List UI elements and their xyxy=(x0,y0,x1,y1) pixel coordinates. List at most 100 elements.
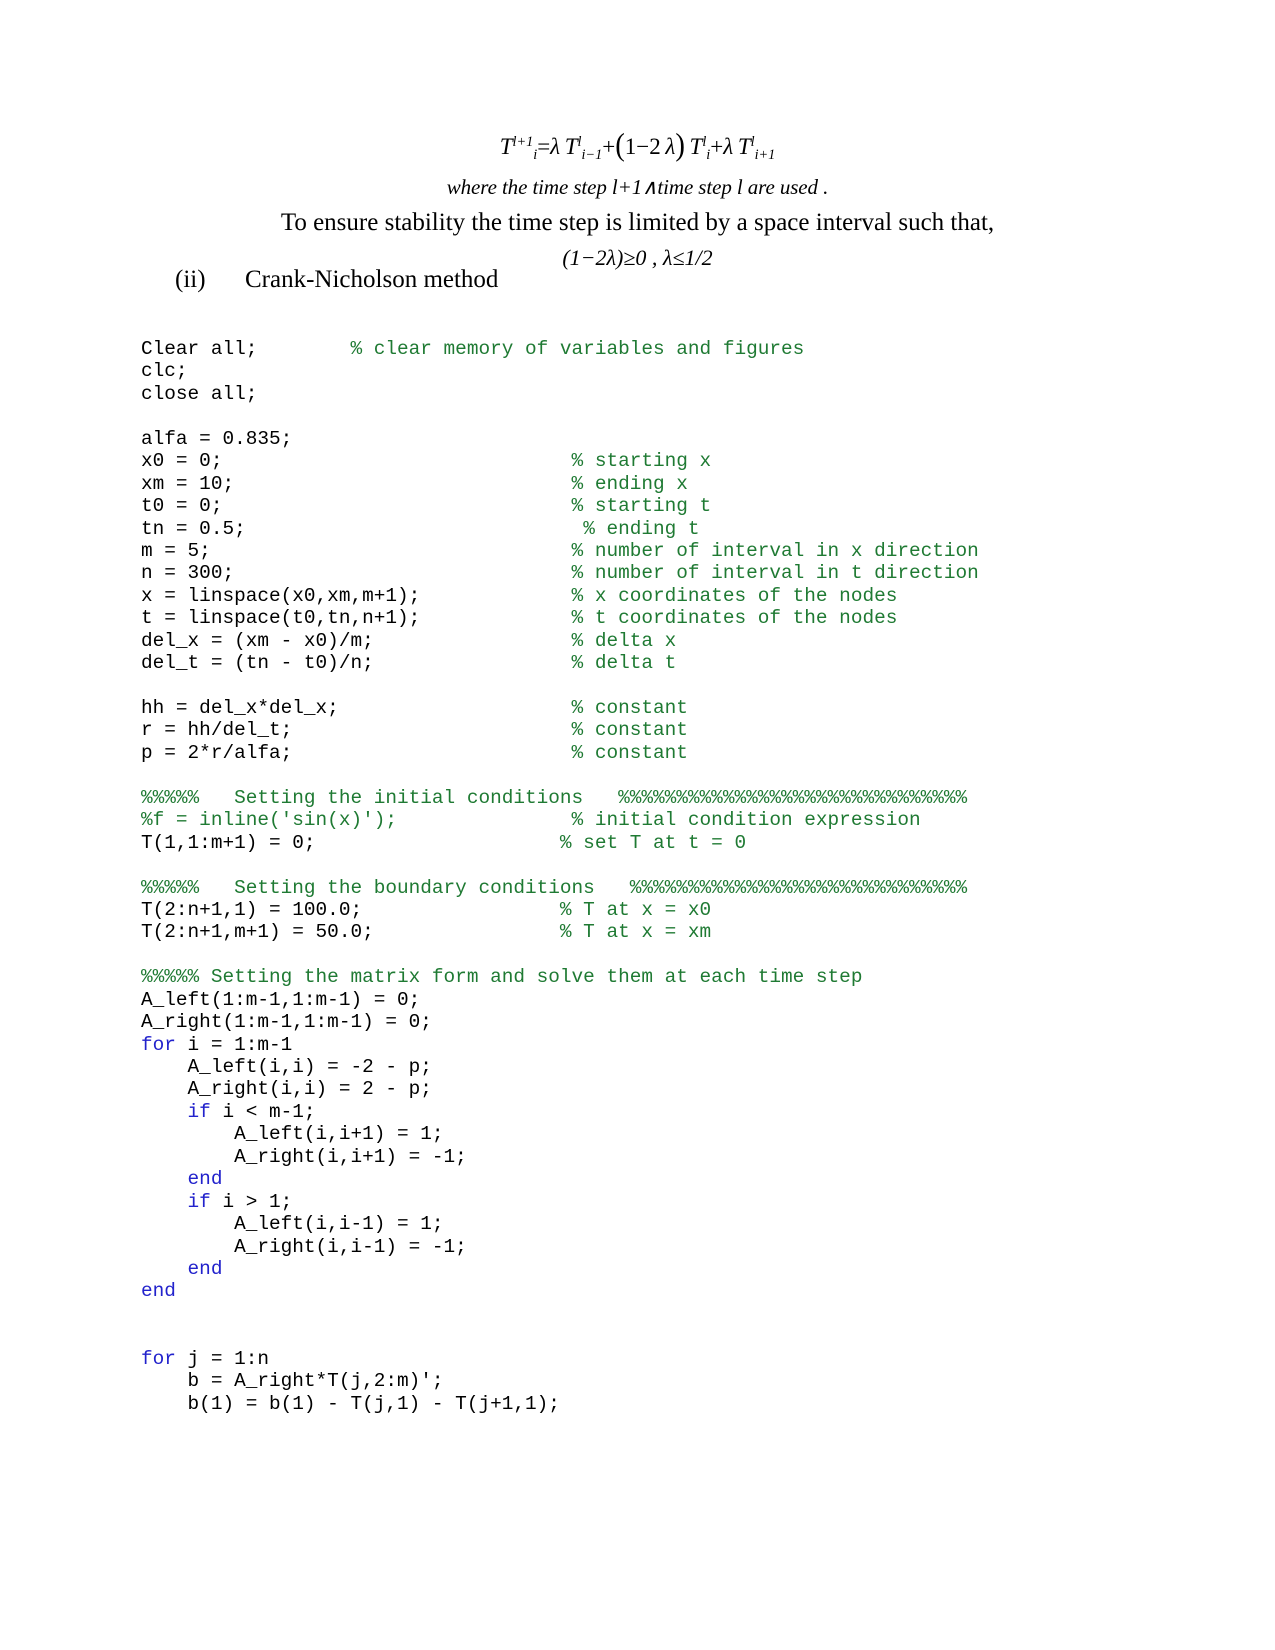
code-comment: % T at x = xm xyxy=(559,921,712,944)
code-comment: % constant xyxy=(571,697,688,719)
code-comment: % set T at t = 0 xyxy=(559,831,747,854)
code-line: t = linspace(t0,tn,n+1); % t coordinates… xyxy=(141,607,1141,629)
code-text: clc; xyxy=(141,360,188,383)
code-line: Clear all; % clear memory of variables a… xyxy=(141,338,1141,360)
code-line: b = A_right*T(j,2:m)'; xyxy=(141,1370,1141,1392)
code-line: T(2:n+1,m+1) = 50.0; % T at x = xm xyxy=(141,921,1141,943)
code-line: end xyxy=(141,1258,1141,1280)
section-heading: (ii) Crank-Nicholson method xyxy=(175,266,498,294)
code-comment: % x coordinates of the nodes xyxy=(571,584,898,607)
code-text: b(1) = b(1) - T(j,1) - T(j+1,1); xyxy=(141,1392,560,1415)
code-text: t = linspace(t0,tn,n+1); xyxy=(141,607,572,630)
code-line: p = 2*r/alfa; % constant xyxy=(141,742,1141,764)
code-text: A_right(i,i+1) = -1; xyxy=(141,1145,467,1168)
code-line: b(1) = b(1) - T(j,1) - T(j+1,1); xyxy=(141,1393,1141,1415)
code-comment: % ending x xyxy=(571,472,688,495)
code-line: end xyxy=(141,1168,1141,1190)
code-text: del_t = (tn - t0)/n; xyxy=(141,652,572,675)
code-comment: %%%%% Setting the boundary conditions %%… xyxy=(141,876,968,899)
code-comment: %f = inline('sin(x)'); % initial conditi… xyxy=(141,809,921,832)
code-line: A_right(i,i-1) = -1; xyxy=(141,1236,1141,1258)
code-line: t0 = 0; % starting t xyxy=(141,495,1141,517)
code-line: %%%%% Setting the boundary conditions %%… xyxy=(141,877,1141,899)
code-line: A_right(i,i) = 2 - p; xyxy=(141,1078,1141,1100)
code-keyword: end xyxy=(187,1168,223,1191)
code-line: del_t = (tn - t0)/n; % delta t xyxy=(141,652,1141,674)
code-keyword: for xyxy=(141,1347,176,1370)
code-line: clc; xyxy=(141,360,1141,382)
code-comment: % number of interval in x direction xyxy=(571,539,979,562)
code-line: x0 = 0; % starting x xyxy=(141,450,1141,472)
code-line: T(2:n+1,1) = 100.0; % T at x = x0 xyxy=(141,899,1141,921)
code-text: t0 = 0; xyxy=(141,495,572,518)
code-line: if i < m-1; xyxy=(141,1101,1141,1123)
document-page: Tl+1i=λ Tli−1+(1−2 λ) Tli+λ Tli+1 where … xyxy=(0,0,1275,1650)
code-comment: % delta t xyxy=(571,652,677,675)
code-line: hh = del_x*del_x; % constant xyxy=(141,697,1141,719)
code-listing: Clear all; % clear memory of variables a… xyxy=(141,338,1141,1415)
code-text: T(1,1:m+1) = 0; xyxy=(141,831,560,854)
where-clause: where the time step l+1∧time step l are … xyxy=(446,174,829,199)
code-text: r = hh/del_t; xyxy=(141,719,572,742)
code-keyword: if xyxy=(187,1190,211,1213)
code-line: A_left(i,i) = -2 - p; xyxy=(141,1056,1141,1078)
code-line: A_right(i,i+1) = -1; xyxy=(141,1146,1141,1168)
code-text: n = 300; xyxy=(141,562,572,585)
code-comment: % ending t xyxy=(583,517,700,540)
code-text: i = 1:m-1 xyxy=(175,1033,293,1056)
code-line: alfa = 0.835; xyxy=(141,428,1141,450)
code-comment: % number of interval in t direction xyxy=(571,562,979,585)
code-text: del_x = (xm - x0)/m; xyxy=(141,629,572,652)
code-text: close all; xyxy=(141,382,258,405)
code-comment: % T at x = x0 xyxy=(559,898,712,921)
code-line: %f = inline('sin(x)'); % initial conditi… xyxy=(141,809,1141,831)
code-line: for i = 1:m-1 xyxy=(141,1034,1141,1056)
code-comment: % constant xyxy=(571,719,688,742)
code-text: A_left(i,i+1) = 1; xyxy=(141,1123,444,1146)
code-text: A_right(i,i) = 2 - p; xyxy=(141,1078,432,1101)
code-text: p = 2*r/alfa; xyxy=(141,741,572,764)
code-line: r = hh/del_t; % constant xyxy=(141,719,1141,741)
code-text: tn = 0.5; xyxy=(141,517,584,540)
code-text: A_right(1:m-1,1:m-1) = 0; xyxy=(141,1011,432,1034)
code-text: alfa = 0.835; xyxy=(141,427,293,450)
code-line: A_left(i,i-1) = 1; xyxy=(141,1213,1141,1235)
code-text: x0 = 0; xyxy=(141,450,572,473)
heading-marker: (ii) xyxy=(175,266,206,293)
code-line: close all; xyxy=(141,383,1141,405)
code-comment: % constant xyxy=(571,741,688,764)
code-text: j = 1:n xyxy=(175,1347,270,1370)
code-keyword: if xyxy=(187,1100,211,1123)
code-text: A_right(i,i-1) = -1; xyxy=(141,1235,467,1258)
code-comment: % t coordinates of the nodes xyxy=(571,607,898,630)
code-text: i > 1; xyxy=(210,1190,293,1213)
code-line: n = 300; % number of interval in t direc… xyxy=(141,562,1141,584)
code-line: x = linspace(x0,xm,m+1); % x coordinates… xyxy=(141,585,1141,607)
code-keyword: end xyxy=(141,1280,176,1303)
code-text: A_left(i,i) = -2 - p; xyxy=(141,1056,432,1078)
code-line: A_left(i,i+1) = 1; xyxy=(141,1123,1141,1145)
code-text: xm = 10; xyxy=(141,472,572,495)
code-text: i < m-1; xyxy=(210,1100,316,1123)
code-comment: %%%%% Setting the matrix form and solve … xyxy=(141,966,863,989)
code-line: A_left(1:m-1,1:m-1) = 0; xyxy=(141,989,1141,1011)
code-text: T(2:n+1,m+1) = 50.0; xyxy=(141,921,560,944)
code-line: %%%%% Setting the matrix form and solve … xyxy=(141,966,1141,988)
code-line: T(1,1:m+1) = 0; % set T at t = 0 xyxy=(141,832,1141,854)
code-keyword: end xyxy=(187,1257,223,1280)
heading-title: Crank-Nicholson method xyxy=(245,266,499,293)
code-text: Clear all; xyxy=(141,338,351,360)
code-line: if i > 1; xyxy=(141,1191,1141,1213)
code-line: A_right(1:m-1,1:m-1) = 0; xyxy=(141,1011,1141,1033)
code-comment: % delta x xyxy=(571,629,677,652)
code-text: b = A_right*T(j,2:m)'; xyxy=(141,1370,444,1393)
